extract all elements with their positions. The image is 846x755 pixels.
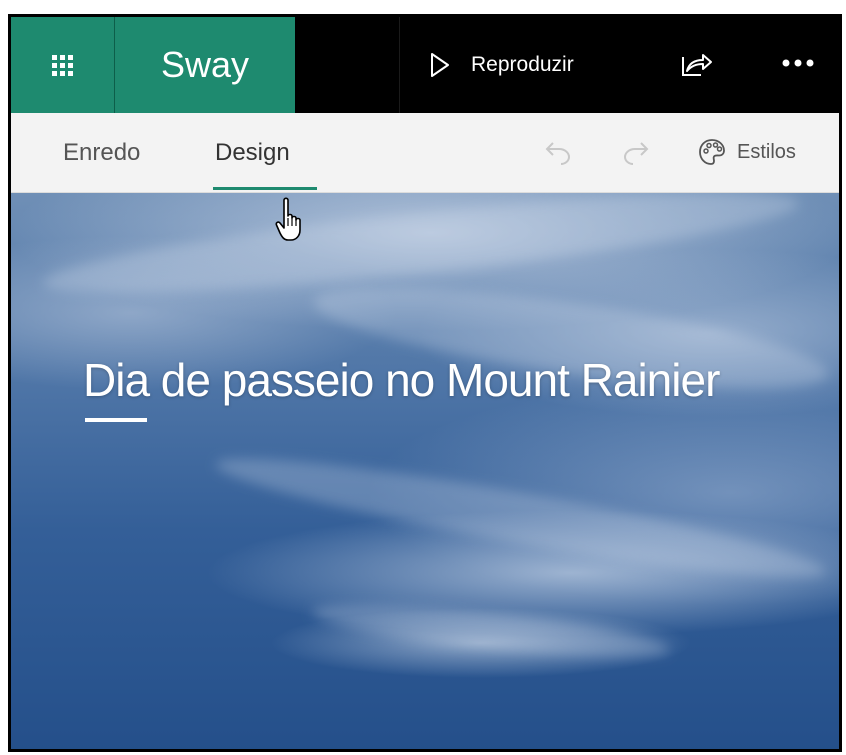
sway-window: Sway Reproduzir Enredo Design Estilos Di… <box>8 14 842 752</box>
tab-bar: Enredo Design Estilos <box>11 113 839 193</box>
cloud-streak <box>310 594 672 668</box>
play-button[interactable]: Reproduzir <box>429 47 574 83</box>
app-launcher-button[interactable] <box>11 17 115 113</box>
cloud-streak <box>211 439 831 597</box>
title-underline <box>85 418 147 422</box>
app-name[interactable]: Sway <box>115 17 295 113</box>
share-icon <box>682 54 712 76</box>
hand-pointer-cursor-icon <box>275 197 301 241</box>
waffle-grid-icon <box>52 54 73 76</box>
play-icon <box>431 53 449 77</box>
more-button[interactable] <box>781 49 817 69</box>
top-bar: Sway Reproduzir <box>11 17 839 113</box>
share-button[interactable] <box>679 51 713 84</box>
sway-canvas[interactable]: Dia de passeio no Mount Rainier <box>11 193 839 749</box>
tab-enredo[interactable]: Enredo <box>63 139 140 167</box>
play-label: Reproduzir <box>471 53 574 76</box>
redo-icon <box>623 142 649 165</box>
undo-icon <box>545 142 571 165</box>
styles-button[interactable]: Estilos <box>697 137 796 167</box>
sway-title[interactable]: Dia de passeio no Mount Rainier <box>83 353 720 407</box>
styles-label: Estilos <box>737 140 796 163</box>
toolbar-divider <box>399 17 400 113</box>
tab-design[interactable]: Design <box>215 139 290 167</box>
redo-button[interactable] <box>621 139 651 172</box>
undo-button[interactable] <box>543 139 573 172</box>
active-tab-indicator <box>213 187 317 190</box>
palette-icon <box>699 139 725 165</box>
more-icon <box>782 59 814 67</box>
